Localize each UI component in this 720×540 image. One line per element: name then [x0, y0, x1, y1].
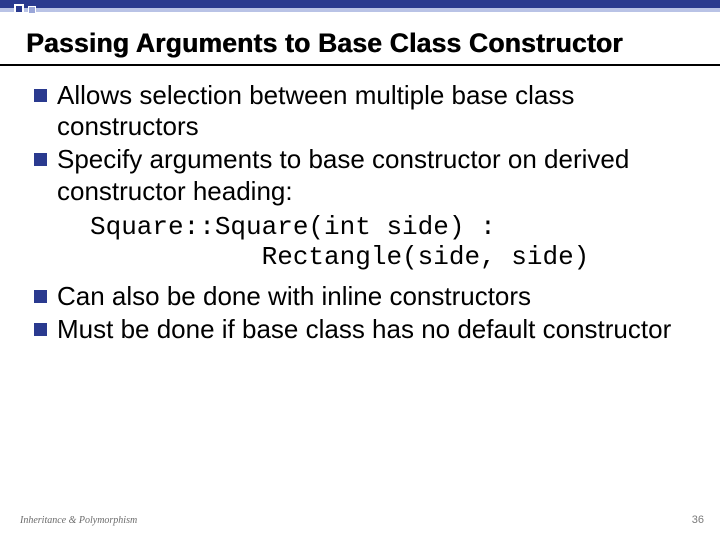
bullet-text: Specify arguments to base constructor on… — [57, 144, 700, 206]
top-square-decoration — [14, 4, 36, 14]
code-snippet: Square::Square(int side) : Rectangle(sid… — [90, 213, 700, 273]
top-accent-bar-light — [0, 8, 720, 12]
square-bullet-icon — [34, 323, 47, 336]
square-bullet-icon — [34, 89, 47, 102]
slide-number: 36 — [692, 514, 704, 526]
bullet-text: Must be done if base class has no defaul… — [57, 314, 671, 345]
bullet-text: Can also be done with inline constructor… — [57, 281, 531, 312]
bullet-text: Allows selection between multiple base c… — [57, 80, 700, 142]
slide-content: Allows selection between multiple base c… — [34, 80, 700, 347]
bullet-item: Can also be done with inline constructor… — [34, 281, 700, 312]
square-icon — [28, 6, 36, 14]
bullet-item: Specify arguments to base constructor on… — [34, 144, 700, 206]
square-bullet-icon — [34, 153, 47, 166]
slide-title: Passing Arguments to Base Class Construc… — [26, 28, 623, 59]
square-icon — [14, 4, 24, 14]
footer-topic: Inheritance & Polymorphism — [20, 515, 137, 526]
title-underline — [0, 64, 720, 66]
bullet-item: Must be done if base class has no defaul… — [34, 314, 700, 345]
square-bullet-icon — [34, 290, 47, 303]
bullet-item: Allows selection between multiple base c… — [34, 80, 700, 142]
top-accent-bar — [0, 0, 720, 8]
